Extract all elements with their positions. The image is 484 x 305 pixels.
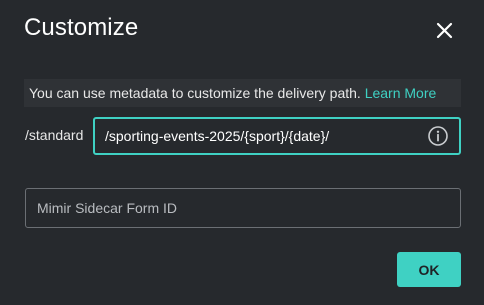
info-banner: You can use metadata to customize the de…: [24, 79, 461, 107]
path-prefix-label: /standard: [25, 127, 84, 143]
sidecar-form-id-field[interactable]: [25, 188, 461, 228]
close-icon: [436, 22, 453, 39]
customize-dialog: Customize You can use metadata to custom…: [0, 0, 484, 305]
close-button[interactable]: [430, 16, 458, 44]
ok-button[interactable]: OK: [397, 252, 461, 287]
banner-text: You can use metadata to customize the de…: [29, 85, 365, 101]
delivery-path-input[interactable]: [105, 119, 415, 153]
sidecar-form-id-input[interactable]: [37, 189, 447, 227]
dialog-title: Customize: [24, 14, 139, 41]
info-icon[interactable]: [427, 125, 449, 147]
learn-more-link[interactable]: Learn More: [365, 85, 437, 101]
delivery-path-field[interactable]: [93, 117, 461, 155]
